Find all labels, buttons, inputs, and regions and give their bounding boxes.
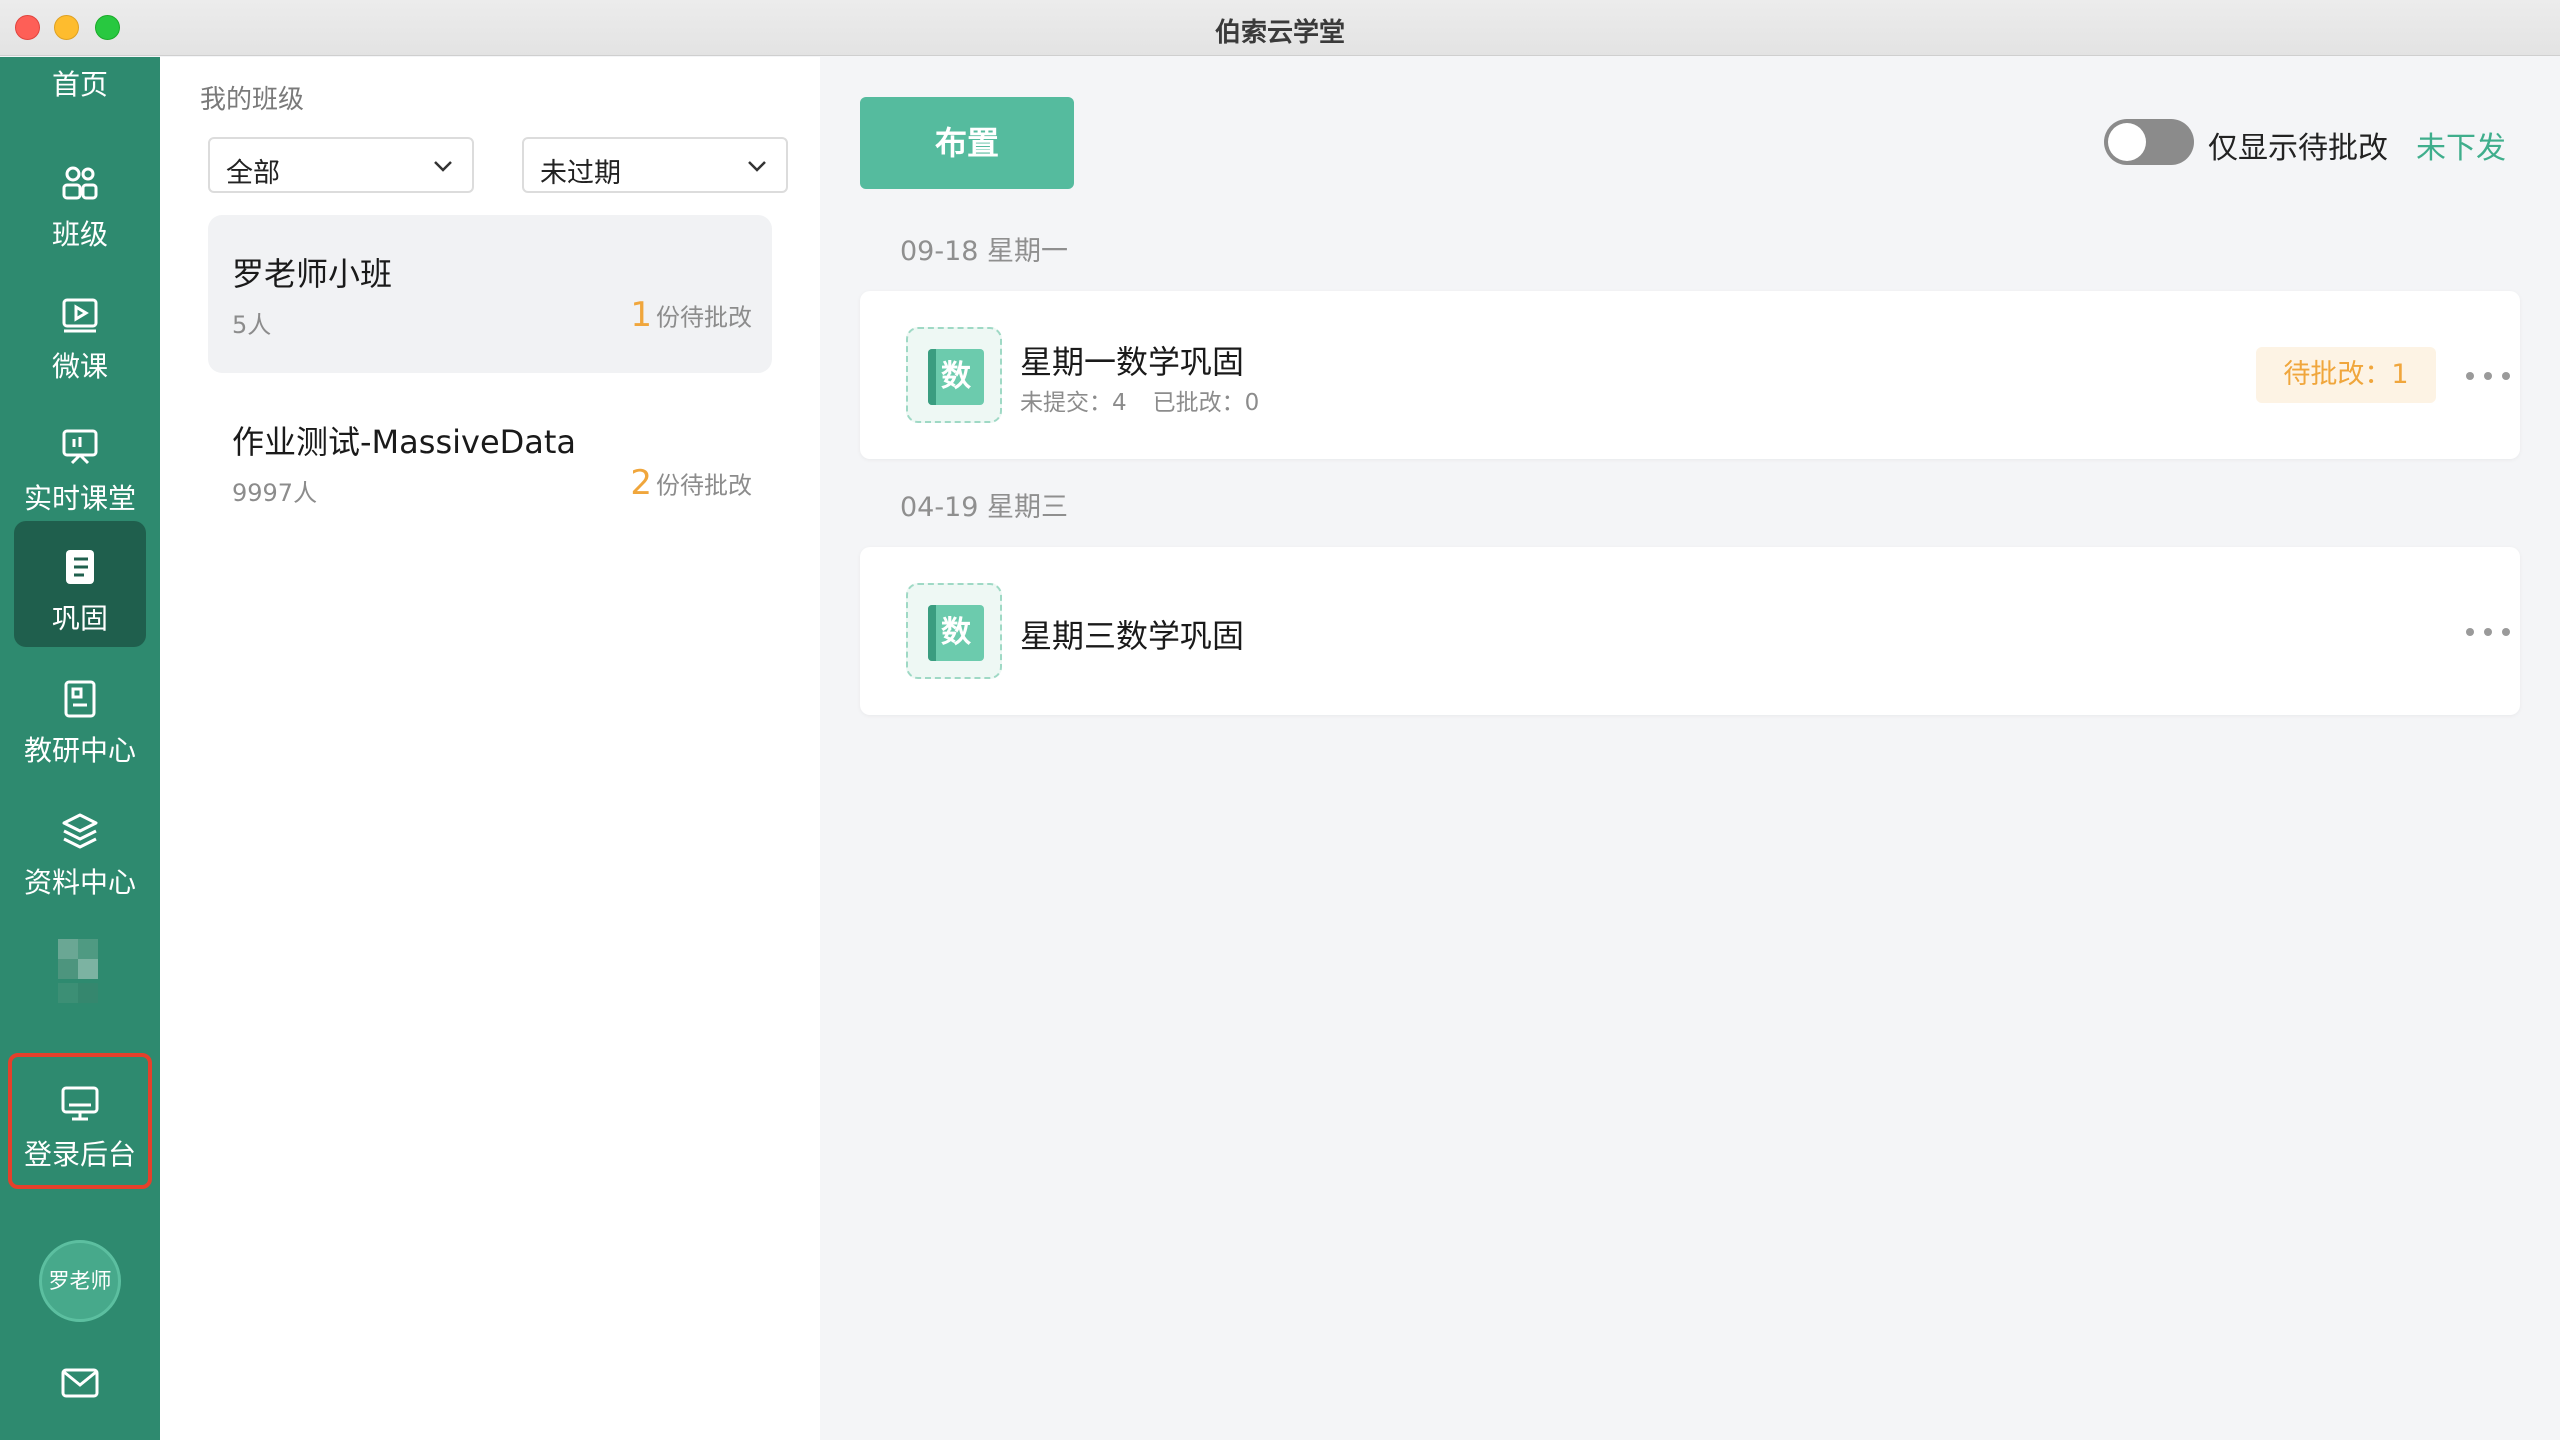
more-options-icon[interactable] xyxy=(2464,357,2514,393)
panel-title: 我的班级 xyxy=(200,85,305,115)
sidebar-item-live-class[interactable]: 实时课堂 xyxy=(14,401,146,527)
class-pending: 1 份待批改 xyxy=(630,295,752,335)
sidebar-item-label: 班级 xyxy=(51,218,108,251)
class-card[interactable]: 作业测试-MassiveData 9997人 2 份待批改 xyxy=(208,383,772,541)
window-title: 伯索云学堂 xyxy=(1214,18,1345,48)
class-pending: 2 份待批改 xyxy=(630,463,752,503)
math-book-icon: 数 xyxy=(906,327,1002,423)
assignment-card[interactable]: 数 星期一数学巩固 未提交：4 已批改：0 待批改：1 xyxy=(860,291,2520,459)
sidebar-item-label: 资料中心 xyxy=(23,866,136,899)
pending-count: 2 xyxy=(630,463,652,503)
assignment-card[interactable]: 数 星期三数学巩固 xyxy=(860,547,2520,715)
class-name: 作业测试-MassiveData xyxy=(232,423,577,461)
not-submitted-count: 未提交：4 xyxy=(1020,390,1127,416)
login-backend-highlight xyxy=(8,1053,152,1189)
chevron-down-icon xyxy=(434,161,452,172)
avatar[interactable]: 罗老师 xyxy=(39,1240,121,1322)
sidebar-item-resources[interactable]: 资料中心 xyxy=(14,785,146,911)
sidebar-item-consolidate[interactable]: 巩固 xyxy=(14,521,146,647)
class-card[interactable]: 罗老师小班 5人 1 份待批改 xyxy=(208,215,772,373)
status-select[interactable]: 未过期 xyxy=(522,137,788,193)
live-class-icon xyxy=(62,429,98,465)
subject-char: 数 xyxy=(928,349,984,405)
assign-button[interactable]: 布置 xyxy=(860,97,1074,189)
sidebar-item-microlesson[interactable]: 微课 xyxy=(14,269,146,395)
assignment-meta: 未提交：4 已批改：0 xyxy=(1020,383,1285,417)
chevron-down-icon xyxy=(748,161,766,172)
assignment-area: 布置 仅显示待批改 未下发 09-18 星期一 数 星期一数学巩固 未提交：4 已… xyxy=(820,57,2560,1440)
layers-icon xyxy=(62,813,98,849)
sidebar-item-research[interactable]: 教研中心 xyxy=(14,653,146,779)
scope-select-value: 全部 xyxy=(226,158,280,189)
subject-char: 数 xyxy=(928,605,984,661)
pending-only-toggle[interactable] xyxy=(2104,119,2194,165)
assignment-title: 星期一数学巩固 xyxy=(1020,343,1245,381)
people-icon xyxy=(62,166,98,200)
mail-icon[interactable] xyxy=(60,1363,100,1403)
toggle-knob xyxy=(2108,123,2146,161)
status-select-value: 未过期 xyxy=(540,158,621,189)
pending-label: 份待批改 xyxy=(656,303,752,332)
pending-only-label: 仅显示待批改 xyxy=(2208,131,2388,166)
math-book-icon: 数 xyxy=(906,583,1002,679)
video-icon xyxy=(62,298,98,333)
class-student-count: 9997人 xyxy=(232,479,318,507)
window-titlebar: 伯索云学堂 xyxy=(0,0,2560,56)
sidebar-item-label: 实时课堂 xyxy=(23,482,136,515)
sidebar-item-label: 微课 xyxy=(51,350,108,383)
sidebar-item-label: 巩固 xyxy=(51,602,108,635)
pending-count: 1 xyxy=(630,295,652,335)
sidebar-item-class[interactable]: 班级 xyxy=(14,137,146,263)
class-panel: 我的班级 全部 未过期 罗老师小班 5人 1 份待批改 作业测试-MassiveD… xyxy=(160,57,820,1440)
class-name: 罗老师小班 xyxy=(232,255,393,293)
sidebar-item-home[interactable]: 首页 xyxy=(0,63,160,103)
assignment-title: 星期三数学巩固 xyxy=(1020,617,1245,655)
class-student-count: 5人 xyxy=(232,311,272,339)
research-icon xyxy=(64,680,96,718)
more-options-icon[interactable] xyxy=(2464,613,2514,649)
pending-badge[interactable]: 待批改：1 xyxy=(2256,347,2436,403)
notebook-icon xyxy=(66,550,94,584)
date-heading: 04-19 星期三 xyxy=(900,492,1069,523)
scope-select[interactable]: 全部 xyxy=(208,137,474,193)
sidebar: 首页 班级 微课 实时课堂 巩固 教研中心 资料中心 登录后台 罗老师 xyxy=(0,57,160,1440)
undistributed-link[interactable]: 未下发 xyxy=(2416,123,2506,167)
graded-count: 已批改：0 xyxy=(1152,390,1260,416)
pending-label: 份待批改 xyxy=(656,471,752,500)
blurred-placeholder-icon xyxy=(58,939,102,1023)
date-heading: 09-18 星期一 xyxy=(900,236,1069,267)
sidebar-item-label: 教研中心 xyxy=(23,734,136,767)
